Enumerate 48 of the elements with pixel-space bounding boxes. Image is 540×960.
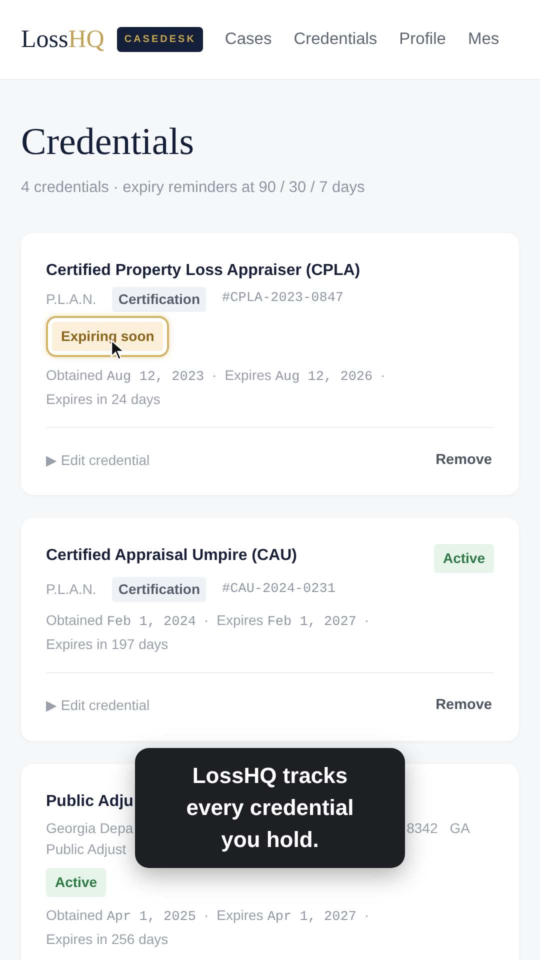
separator-dot: · <box>364 906 370 925</box>
separator-dot: · <box>212 366 217 386</box>
date-label: Obtained <box>46 906 103 925</box>
remove-button[interactable]: Remove <box>434 450 494 472</box>
date-label: Obtained <box>46 611 103 630</box>
date-value: Aug 12, 2023 <box>106 369 204 388</box>
credential-title: Public Adju <box>46 792 134 812</box>
issuer-text: P.L.A.N. <box>46 290 96 310</box>
nav-link[interactable]: Cases <box>224 27 272 52</box>
credential-title: Certified Property Loss Appraiser (CPLA) <box>46 261 360 282</box>
issuer-text: Georgia Depa <box>46 818 134 838</box>
page-subtitle: 4 credentials · expiry reminders at 90 / 30 / 7 days <box>21 178 366 198</box>
issuer-text: Public Adjust <box>46 840 126 857</box>
credential-number: 8342 <box>406 818 438 838</box>
credential-number: #CAU-2024-0231 <box>222 580 336 599</box>
date-label: Expires <box>216 611 264 630</box>
expiry-countdown: Expires in 256 days <box>46 930 170 949</box>
type-tag: Certification <box>112 577 206 602</box>
date-value: Aug 12, 2026 <box>275 369 373 388</box>
tooltip: LossHQ tracks every credential you hold. <box>135 748 405 868</box>
expiry-countdown: Expires in 197 days <box>46 635 170 654</box>
separator-dot: · <box>204 906 209 925</box>
nav-link[interactable]: Profile <box>399 27 446 52</box>
date-value: Feb 1, 2027 <box>267 614 356 632</box>
date-value: Feb 1, 2024 <box>106 614 196 632</box>
date-value: Apr 1, 2025 <box>106 908 196 927</box>
page-title: Credentials <box>21 122 196 164</box>
region-text: GA <box>450 818 470 838</box>
date-label: Obtained <box>46 366 103 386</box>
type-tag: Certification <box>112 287 206 312</box>
product-badge: CASEDESK <box>117 27 203 52</box>
date-label: Expires <box>224 366 272 386</box>
remove-button[interactable]: Remove <box>434 695 494 717</box>
expiry-countdown: Expires in 24 days <box>46 390 162 409</box>
credential-title: Certified Appraisal Umpire (CAU) <box>46 546 297 566</box>
nav-link[interactable]: Mes <box>468 27 500 52</box>
status-badge: Expiring soon <box>46 316 170 358</box>
separator-dot: · <box>380 366 386 386</box>
date-label: Expires <box>216 906 264 925</box>
issuer-text: P.L.A.N. <box>46 580 96 600</box>
credential-number: #CPLA-2023-0847 <box>222 290 344 308</box>
date-value: Apr 1, 2027 <box>267 908 356 927</box>
separator-dot: · <box>204 611 209 630</box>
status-badge: Active <box>46 868 106 897</box>
logo[interactable]: LossHQ <box>21 20 104 58</box>
status-badge: Active <box>434 544 494 574</box>
separator-dot: · <box>364 611 370 630</box>
nav-link[interactable]: Credentials <box>294 27 378 52</box>
